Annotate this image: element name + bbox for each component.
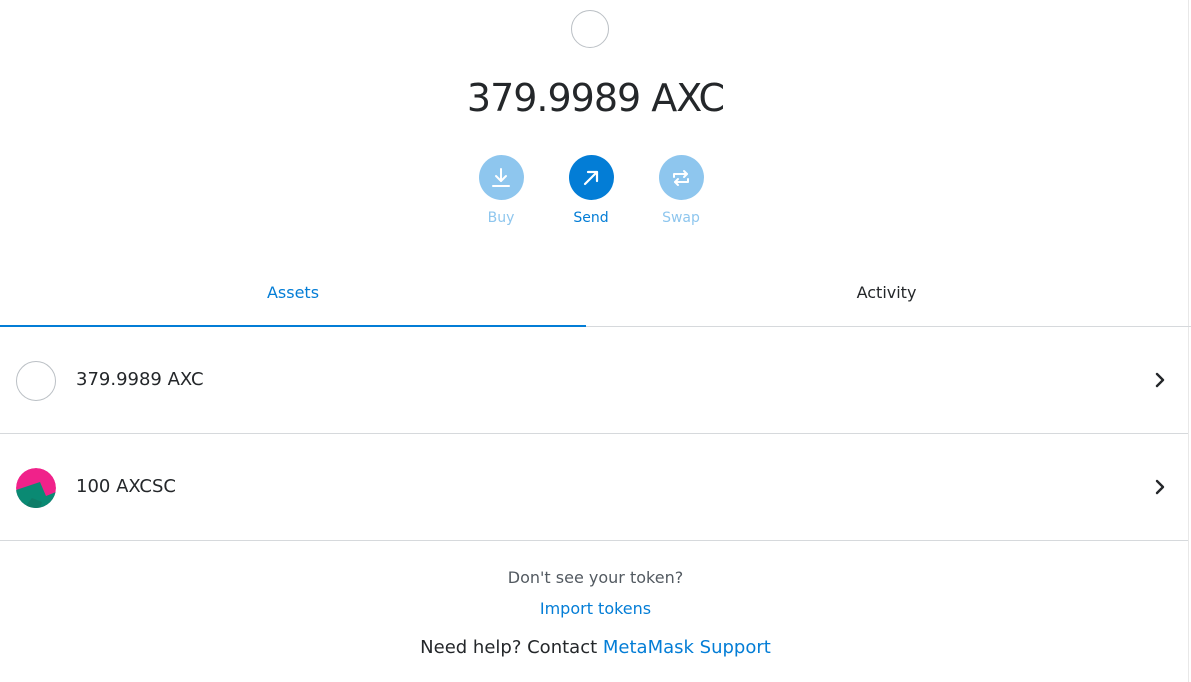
identicon-graphic: [16, 468, 56, 508]
action-buttons: Buy Send Swap: [0, 155, 1191, 235]
arrow-up-right-icon: [583, 170, 599, 185]
swap-icon-circle: [658, 155, 704, 200]
swap-button[interactable]: Swap: [641, 155, 721, 227]
swap-label: Swap: [662, 210, 700, 226]
identicon-icon: [16, 468, 56, 508]
metamask-support-link[interactable]: MetaMask Support: [603, 637, 771, 658]
swap-arrows-icon: [673, 169, 689, 186]
chevron-right-icon: [1155, 479, 1165, 495]
help-prefix-text: Need help? Contact: [420, 637, 598, 658]
import-tokens-row: Import tokens: [0, 599, 1191, 619]
asset-balance-label: 100 AXCSC: [76, 476, 176, 497]
tab-bar: Assets Activity: [0, 260, 1191, 327]
wallet-overview-page: 379.9989 AXC Buy Send Swap Assets Activi…: [0, 0, 1191, 682]
buy-button[interactable]: Buy: [461, 155, 541, 227]
download-arrow-icon: [492, 167, 510, 187]
token-placeholder-icon: [16, 361, 56, 401]
primary-balance: 379.9989 AXC: [466, 76, 725, 120]
asset-balance-label: 379.9989 AXC: [76, 369, 204, 390]
asset-list-item[interactable]: 100 AXCSC: [0, 434, 1188, 541]
buy-icon-circle: [478, 155, 524, 200]
tab-assets[interactable]: Assets: [0, 260, 586, 327]
send-button[interactable]: Send: [551, 155, 631, 227]
token-logo: [571, 10, 609, 48]
import-tokens-link[interactable]: Import tokens: [540, 599, 651, 618]
help-row: Need help? Contact MetaMask Support: [0, 637, 1191, 659]
tab-activity[interactable]: Activity: [591, 260, 1182, 327]
buy-label: Buy: [487, 210, 515, 226]
missing-token-question: Don't see your token?: [507, 568, 684, 587]
chevron-right-icon: [1155, 372, 1165, 388]
send-label: Send: [573, 210, 609, 226]
asset-list-item[interactable]: 379.9989 AXC: [0, 327, 1188, 434]
send-icon-circle: [568, 155, 614, 200]
